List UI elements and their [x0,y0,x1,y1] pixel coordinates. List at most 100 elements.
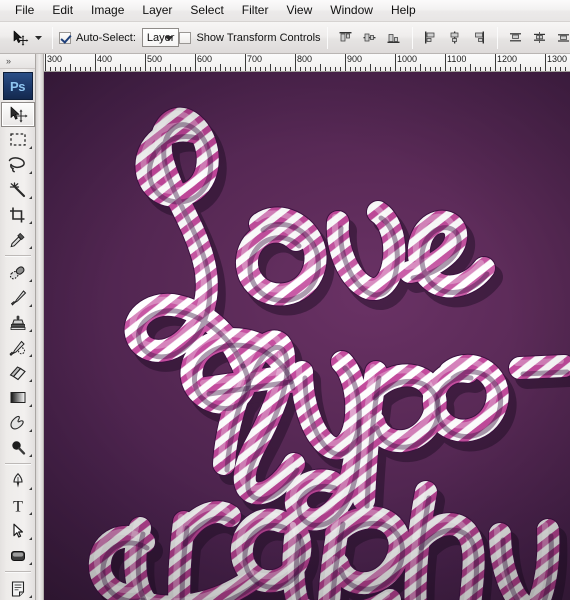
align-top-edges-button[interactable] [335,26,357,50]
menu-item-view[interactable]: View [277,1,321,20]
options-separator-2 [326,26,328,49]
menu-item-layer[interactable]: Layer [133,1,181,20]
menu-item-file[interactable]: File [6,1,43,20]
ruler-label: 1000 [397,54,418,64]
flyout-triangle-icon [28,379,32,382]
ruler-minor-tick [235,67,236,71]
auto-select-target-dropdown[interactable]: Layer [141,28,180,47]
distribute-bottom-edges-button[interactable] [553,26,570,50]
tool-clone-stamp[interactable] [1,310,35,335]
move-tool-icon [10,106,28,123]
ruler-minor-tick [390,67,391,71]
gradient-icon [10,392,25,403]
tool-crop[interactable] [1,202,35,227]
menu-item-edit[interactable]: Edit [43,1,82,20]
menu-item-help[interactable]: Help [382,1,425,20]
menu-item-window[interactable]: Window [321,1,382,20]
ruler-minor-tick [320,64,321,71]
menu-item-select[interactable]: Select [181,1,232,20]
ruler-label: 400 [97,54,113,64]
tool-move[interactable] [0,102,35,127]
ruler-minor-tick [555,67,556,71]
ruler-minor-tick [405,67,406,71]
tool-brush[interactable] [1,285,35,310]
ruler-minor-tick [100,67,101,71]
marquee-icon [9,132,26,146]
chevron-down-icon [165,36,174,41]
ruler-minor-tick [160,67,161,71]
distribute-top-edges-button[interactable] [505,26,527,50]
auto-select-label: Auto-Select: [76,31,136,44]
flyout-triangle-icon [28,595,32,598]
document-canvas[interactable] [44,72,570,600]
ruler-minor-tick [215,67,216,71]
flyout-triangle-icon [28,304,32,307]
tool-path-selection[interactable] [1,518,35,543]
ruler-minor-tick [515,67,516,71]
tool-magic-wand[interactable] [1,177,35,202]
distribute-group [504,26,570,50]
ruler-minor-tick [525,67,526,71]
tool-pen[interactable] [1,468,35,493]
tool-gradient[interactable] [1,385,35,410]
clone-stamp-icon [10,315,25,330]
ruler-minor-tick [270,64,271,71]
tool-rectangular-marquee[interactable] [1,127,35,152]
ruler-minor-tick [440,67,441,71]
show-transform-controls-checkbox[interactable] [179,31,192,44]
menu-bar: File Edit Image Layer Select Filter View… [0,0,570,22]
ruler-minor-tick [175,67,176,71]
ruler-minor-tick [255,67,256,71]
ruler-minor-tick [150,67,151,71]
svg-text:T: T [13,498,23,515]
menu-item-image[interactable]: Image [82,1,133,20]
ruler-minor-tick [520,64,521,71]
ruler-minor-tick [240,67,241,71]
auto-select-checkbox[interactable] [59,31,71,44]
ruler-minor-tick [355,67,356,71]
tool-preset-picker[interactable] [4,25,46,51]
ruler-minor-tick [85,67,86,71]
ruler-minor-tick [230,67,231,71]
tool-history-brush[interactable] [1,335,35,360]
ruler-minor-tick [115,67,116,71]
tool-smudge[interactable] [1,410,35,435]
distribute-vertical-centers-button[interactable] [529,26,551,50]
ruler-minor-tick [565,67,566,71]
flyout-triangle-icon [28,246,32,249]
brush-icon [10,289,26,306]
ruler-minor-tick [470,64,471,71]
tools-panel-collapse[interactable]: » [0,54,35,69]
ruler-minor-tick [185,67,186,71]
ruler-minor-tick [225,67,226,71]
tool-lasso[interactable] [1,152,35,177]
tool-spot-healing-brush[interactable] [1,260,35,285]
tool-eraser[interactable] [1,360,35,385]
ruler-minor-tick [315,67,316,71]
ruler-minor-tick [130,67,131,71]
align-right-edges-button[interactable] [468,26,490,50]
pen-icon [12,472,23,488]
menu-item-filter[interactable]: Filter [233,1,278,20]
align-vertical-centers-button[interactable] [359,26,381,50]
tool-note[interactable] [1,576,35,600]
align-left-edges-button[interactable] [420,26,442,50]
ruler-minor-tick [560,67,561,71]
align-bottom-edges-button[interactable] [383,26,405,50]
tool-horizontal-type[interactable]: T [1,493,35,518]
ruler-minor-tick [210,67,211,71]
panel-divider-strip[interactable] [36,54,44,600]
ruler-minor-tick [70,64,71,71]
chevron-down-icon[interactable] [32,28,44,48]
tool-eyedropper[interactable] [1,227,35,252]
tool-dodge[interactable] [1,435,35,460]
magic-wand-icon [9,181,25,197]
tool-rounded-rectangle[interactable] [1,543,35,568]
align-horizontal-centers-button[interactable] [444,26,466,50]
ruler-minor-tick [350,67,351,71]
ruler-label: 1300 [547,54,568,64]
horizontal-ruler[interactable]: 300 400 500 600 700 800 900 1000 1100 1200 1300 [44,54,570,72]
ruler-minor-tick [490,67,491,71]
ruler-minor-tick [265,67,266,71]
flyout-triangle-icon [28,196,32,199]
